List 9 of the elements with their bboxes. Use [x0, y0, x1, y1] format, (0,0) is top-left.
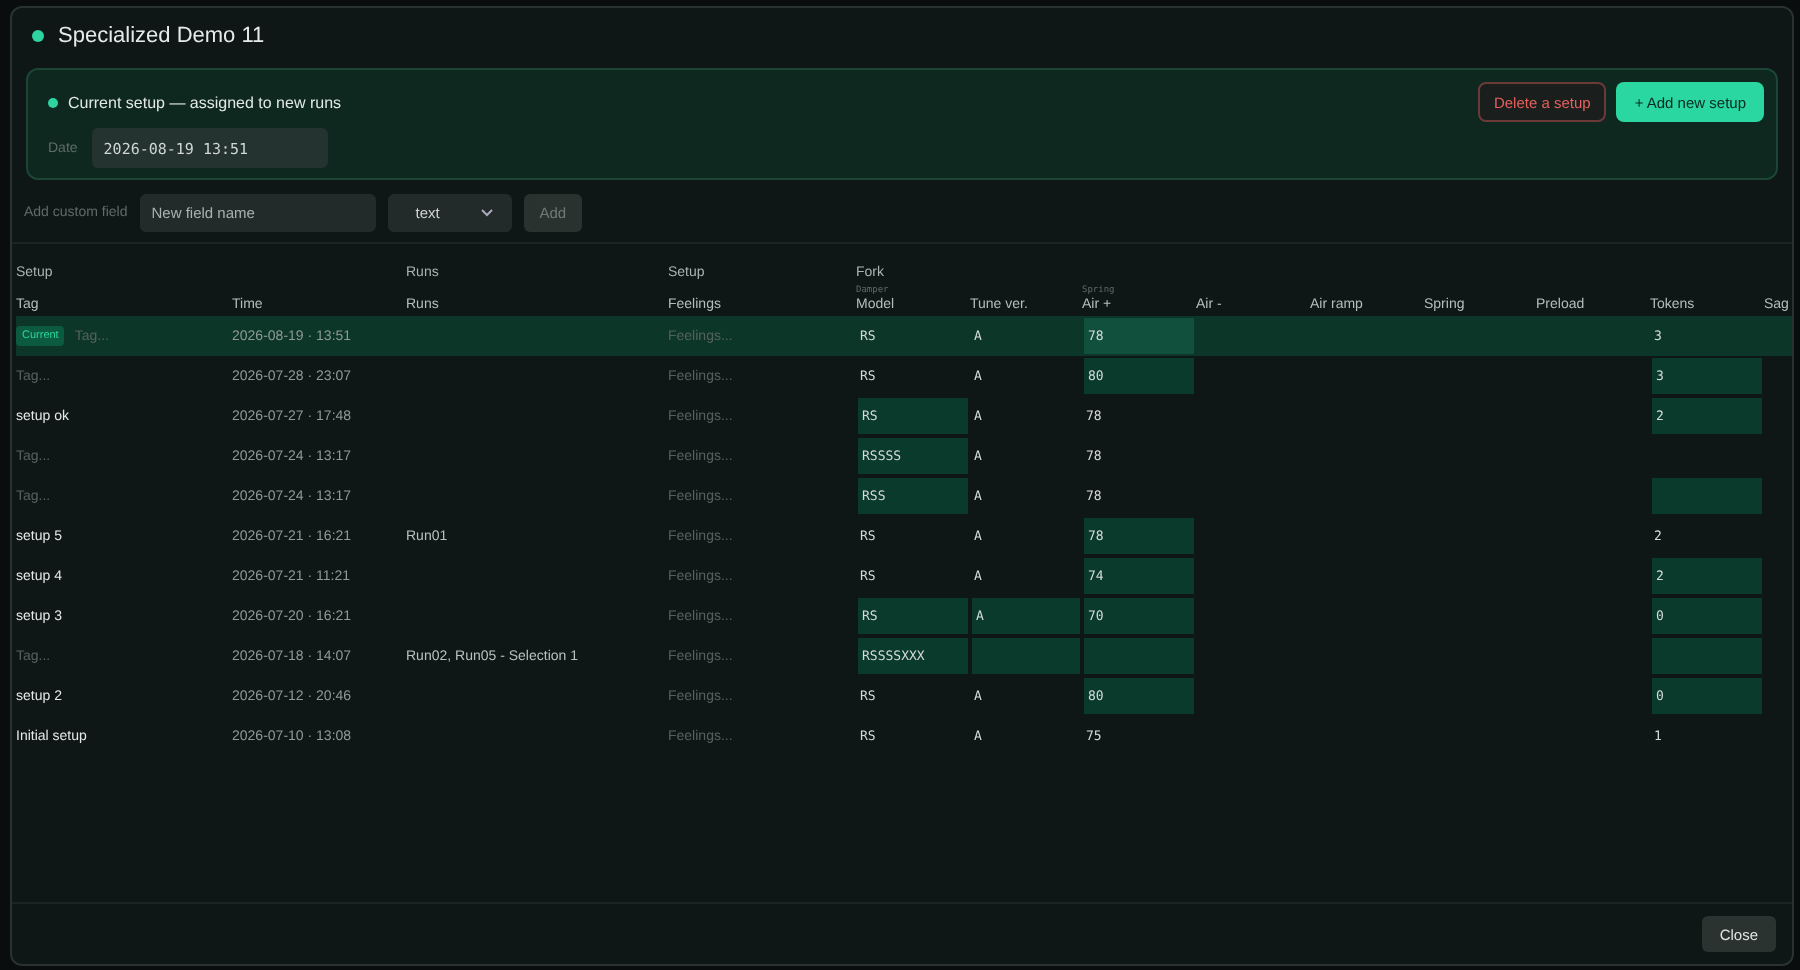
table-cell[interactable]: [1650, 636, 1764, 676]
status-dot: [48, 98, 58, 108]
table-cell[interactable]: [1082, 636, 1196, 676]
chevron-down-icon: [479, 207, 494, 217]
current-setup-label: Current setup — assigned to new runs: [68, 94, 342, 112]
dialog-title: Specialized Demo 11: [58, 24, 265, 48]
table-cell[interactable]: [970, 636, 1082, 676]
status-dot: [32, 30, 44, 42]
table-cell[interactable]: [1650, 476, 1764, 516]
